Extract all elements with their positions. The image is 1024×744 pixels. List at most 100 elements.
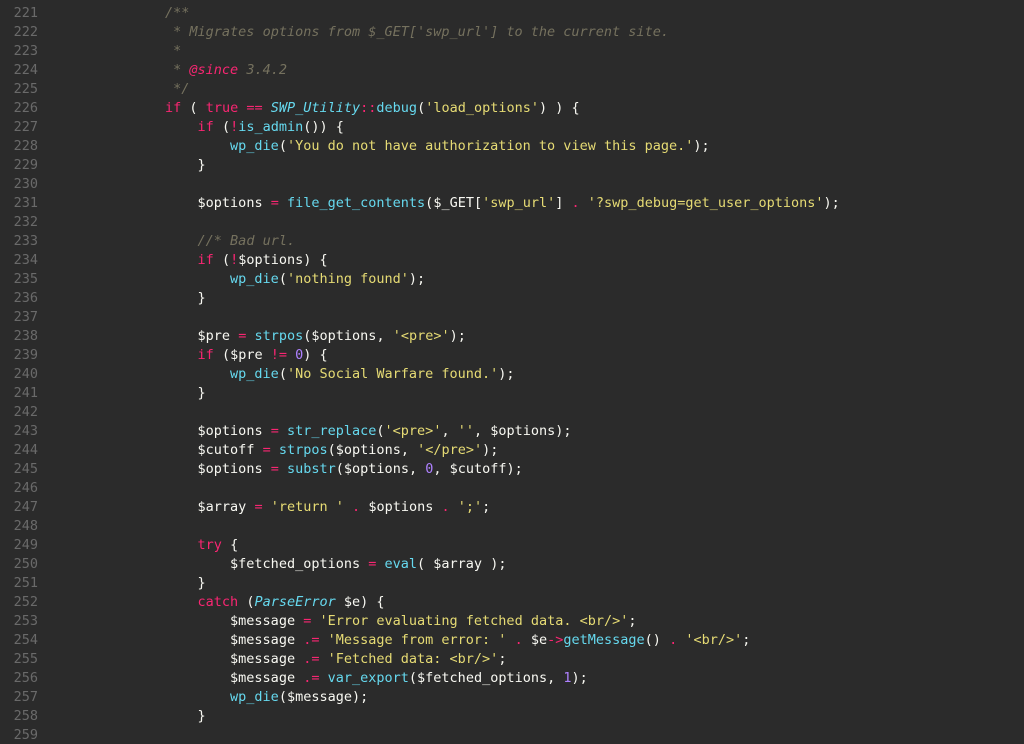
- token-str: '</pre>': [417, 442, 482, 458]
- code-line[interactable]: $options = file_get_contents($_GET['swp_…: [100, 194, 1024, 213]
- token-doc: 3.4.2: [238, 62, 287, 78]
- token-cm: //* Bad url.: [198, 233, 296, 249]
- token-str: '<br/>': [685, 632, 742, 648]
- token-pn: );: [824, 195, 840, 211]
- line-number: 227: [0, 118, 38, 137]
- token-pn: {: [222, 537, 238, 553]
- code-line[interactable]: wp_die('nothing found');: [100, 270, 1024, 289]
- line-number: 258: [0, 707, 38, 726]
- line-number: 247: [0, 498, 38, 517]
- code-line[interactable]: }: [100, 289, 1024, 308]
- line-number: 253: [0, 612, 38, 631]
- code-line[interactable]: [100, 175, 1024, 194]
- code-line[interactable]: try {: [100, 536, 1024, 555]
- token-pn: (: [238, 594, 254, 610]
- token-cls: ParseError: [254, 594, 335, 610]
- token-var: $message: [230, 632, 295, 648]
- token-var: $array: [433, 556, 482, 572]
- token-pn: [263, 195, 271, 211]
- code-line[interactable]: $options = str_replace('<pre>', '', $opt…: [100, 422, 1024, 441]
- token-pn: [254, 442, 262, 458]
- token-pn: }: [198, 290, 206, 306]
- code-editor[interactable]: 2212222232242252262272282292302312322332…: [0, 0, 1024, 744]
- token-var: $options: [198, 423, 263, 439]
- code-line[interactable]: }: [100, 574, 1024, 593]
- token-str: '?swp_debug=get_user_options': [588, 195, 824, 211]
- code-line[interactable]: wp_die($message);: [100, 688, 1024, 707]
- token-pn: [336, 594, 344, 610]
- token-pn: );: [482, 442, 498, 458]
- code-line[interactable]: $pre = strpos($options, '<pre>');: [100, 327, 1024, 346]
- token-pn: [263, 423, 271, 439]
- code-line[interactable]: [100, 403, 1024, 422]
- code-line[interactable]: }: [100, 707, 1024, 726]
- code-line[interactable]: * Migrates options from $_GET['swp_url']…: [100, 23, 1024, 42]
- code-line[interactable]: $cutoff = strpos($options, '</pre>');: [100, 441, 1024, 460]
- code-line[interactable]: }: [100, 384, 1024, 403]
- token-op: .: [352, 499, 360, 515]
- code-line[interactable]: $message = 'Error evaluating fetched dat…: [100, 612, 1024, 631]
- token-pn: ) ) {: [539, 100, 580, 116]
- line-number: 225: [0, 80, 38, 99]
- code-line[interactable]: $message .= 'Message from error: ' . $e-…: [100, 631, 1024, 650]
- token-pn: (: [279, 271, 287, 287]
- code-line[interactable]: /**: [100, 4, 1024, 23]
- token-op: .=: [303, 632, 319, 648]
- token-pn: [: [474, 195, 482, 211]
- token-pn: (: [376, 423, 384, 439]
- code-line[interactable]: [100, 213, 1024, 232]
- code-line[interactable]: $message .= var_export($fetched_options,…: [100, 669, 1024, 688]
- token-pn: [523, 632, 531, 648]
- token-fn: is_admin: [238, 119, 303, 135]
- token-num: 1: [563, 670, 571, 686]
- token-var: $e: [344, 594, 360, 610]
- token-op: =: [271, 195, 279, 211]
- code-line[interactable]: $array = 'return ' . $options . ';';: [100, 498, 1024, 517]
- code-area[interactable]: /** * Migrates options from $_GET['swp_u…: [52, 0, 1024, 744]
- code-line[interactable]: //* Bad url.: [100, 232, 1024, 251]
- token-pn: (: [417, 100, 425, 116]
- token-var: $options: [311, 328, 376, 344]
- code-line[interactable]: wp_die('You do not have authorization to…: [100, 137, 1024, 156]
- code-line[interactable]: [100, 308, 1024, 327]
- token-str: 'You do not have authorization to view t…: [287, 138, 693, 154]
- code-line[interactable]: */: [100, 80, 1024, 99]
- code-line[interactable]: [100, 479, 1024, 498]
- line-number: 251: [0, 574, 38, 593]
- code-line[interactable]: [100, 517, 1024, 536]
- token-op: ->: [547, 632, 563, 648]
- token-pn: [279, 461, 287, 477]
- token-fn: strpos: [279, 442, 328, 458]
- token-op: =: [254, 499, 262, 515]
- code-line[interactable]: if (!$options) {: [100, 251, 1024, 270]
- token-pn: ,: [547, 670, 563, 686]
- token-pn: );: [352, 689, 368, 705]
- token-pn: (: [214, 252, 230, 268]
- token-op: .: [669, 632, 677, 648]
- code-line[interactable]: *: [100, 42, 1024, 61]
- code-line[interactable]: if ($pre != 0) {: [100, 346, 1024, 365]
- line-number: 224: [0, 61, 38, 80]
- code-line[interactable]: if ( true == SWP_Utility::debug('load_op…: [100, 99, 1024, 118]
- token-pn: (: [328, 442, 336, 458]
- line-number: 232: [0, 213, 38, 232]
- token-pn: (): [645, 632, 669, 648]
- code-line[interactable]: $fetched_options = eval( $array );: [100, 555, 1024, 574]
- code-line[interactable]: catch (ParseError $e) {: [100, 593, 1024, 612]
- line-number: 222: [0, 23, 38, 42]
- token-pn: (: [214, 119, 230, 135]
- token-op: =: [271, 423, 279, 439]
- code-line[interactable]: $options = substr($options, 0, $cutoff);: [100, 460, 1024, 479]
- token-kw: if: [198, 252, 214, 268]
- token-str: '<pre>': [393, 328, 450, 344]
- token-pn: }: [198, 385, 206, 401]
- code-line[interactable]: * @since 3.4.2: [100, 61, 1024, 80]
- code-line[interactable]: [100, 726, 1024, 744]
- code-line[interactable]: }: [100, 156, 1024, 175]
- code-line[interactable]: wp_die('No Social Warfare found.');: [100, 365, 1024, 384]
- line-number: 236: [0, 289, 38, 308]
- token-pn: (: [214, 347, 230, 363]
- token-str: 'swp_url': [482, 195, 555, 211]
- code-line[interactable]: $message .= 'Fetched data: <br/>';: [100, 650, 1024, 669]
- code-line[interactable]: if (!is_admin()) {: [100, 118, 1024, 137]
